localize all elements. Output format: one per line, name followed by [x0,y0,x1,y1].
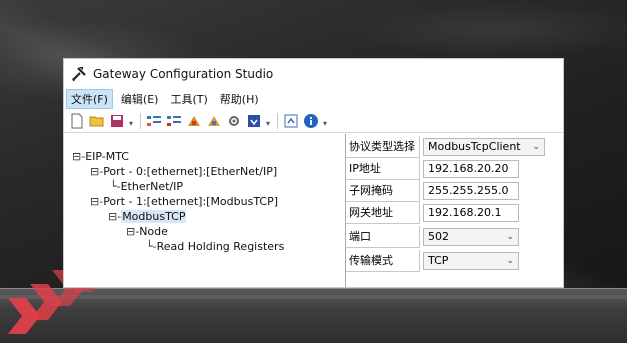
info-icon[interactable] [302,112,320,130]
tree-label-ethernetip: EtherNet/IP [120,180,184,193]
prop-row-ip: IP地址 192.168.20.20 [346,158,519,180]
gateway-address-field[interactable]: 192.168.20.1 [423,204,519,222]
tree-connector: └- [110,180,121,193]
prop-label-mask: 子网掩码 [346,180,420,202]
prop-row-port: 端口 502 ⌄ [346,226,519,248]
toolbar-dropdown-1[interactable]: ▾ [129,119,133,128]
toolbar-separator [140,112,142,129]
remove-node-icon[interactable] [205,112,223,130]
tree-expander[interactable]: ⊟- [72,150,85,163]
prop-label-protocol: 协议类型选择 [346,136,420,158]
menu-bar: 文件(F) 编辑(E) 工具(T) 帮助(H) [64,89,563,109]
prop-row-mode: 传输模式 TCP ⌄ [346,250,519,272]
protocol-select-value: ModbusTcpClient [428,140,521,153]
tree-expander[interactable]: ⊟- [108,210,121,223]
tree-label-modbustcp: ModbusTCP [121,210,187,223]
prop-label-gateway: 网关地址 [346,202,420,224]
tree-expander[interactable]: ⊟- [90,195,103,208]
properties-panel: 协议类型选择 ModbusTcpClient ⌄ IP地址 192.168.20.… [346,134,563,287]
toolbar-dropdown-3[interactable]: ▾ [323,119,327,128]
port-select[interactable]: 502 ⌄ [423,228,519,246]
prop-row-protocol: 协议类型选择 ModbusTcpClient ⌄ [346,136,545,158]
new-file-icon[interactable] [68,112,86,130]
tools-icon [72,67,86,81]
tree-node-registers[interactable]: └-Read Holding Registers [146,240,284,254]
app-window: Gateway Configuration Studio 文件(F) 编辑(E)… [63,58,564,288]
tree-node-root[interactable]: ⊟-EIP-MTC [72,150,129,164]
tree-node-port0[interactable]: ⊟-Port - 0:[ethernet]:[EtherNet/IP] [90,165,277,179]
tree-label-port1: Port - 1:[ethernet]:[ModbusTCP] [103,195,279,208]
add-port-icon[interactable] [145,112,163,130]
toolbar: ▾ ▾ ▾ [64,109,563,133]
menu-edit[interactable]: 编辑(E) [117,90,163,108]
tree-label-node: Node [139,225,168,238]
config-tree: ⊟-EIP-MTC ⊟-Port - 0:[ethernet]:[EtherNe… [64,134,346,287]
tree-label-port0: Port - 0:[ethernet]:[EtherNet/IP] [103,165,278,178]
menu-tools[interactable]: 工具(T) [166,90,211,108]
prop-label-port: 端口 [346,226,420,248]
transport-mode-select[interactable]: TCP ⌄ [423,252,519,270]
protocol-select[interactable]: ModbusTcpClient ⌄ [423,138,545,156]
prop-row-mask: 子网掩码 255.255.255.0 [346,180,519,202]
tree-label-root: EIP-MTC [85,150,129,163]
toolbar-separator [277,112,279,129]
chevron-down-icon: ⌄ [532,142,540,152]
remove-port-icon[interactable] [165,112,183,130]
download-icon[interactable] [245,112,263,130]
prop-label-mode: 传输模式 [346,250,420,272]
main-content: ⊟-EIP-MTC ⊟-Port - 0:[ethernet]:[EtherNe… [64,134,563,287]
tree-node-node[interactable]: ⊟-Node [126,225,168,239]
chevron-down-icon: ⌄ [506,256,514,266]
port-select-value: 502 [428,230,449,243]
prop-row-gateway: 网关地址 192.168.20.1 [346,202,519,224]
open-folder-icon[interactable] [88,112,106,130]
tree-label-registers: Read Holding Registers [156,240,285,253]
tree-node-ethernetip[interactable]: └-EtherNet/IP [110,180,183,194]
settings-gear-icon[interactable] [225,112,243,130]
window-title: Gateway Configuration Studio [93,67,274,81]
menu-help[interactable]: 帮助(H) [216,90,263,108]
upload-icon[interactable] [282,112,300,130]
chevron-down-icon: ⌄ [506,232,514,242]
title-bar: Gateway Configuration Studio [64,59,563,89]
tree-connector: └- [146,240,157,253]
tree-expander[interactable]: ⊟- [126,225,139,238]
toolbar-dropdown-2[interactable]: ▾ [266,119,270,128]
tree-node-modbustcp[interactable]: ⊟-ModbusTCP [108,210,187,224]
menu-file[interactable]: 文件(F) [66,89,113,109]
transport-mode-value: TCP [428,254,449,267]
prop-label-ip: IP地址 [346,158,420,180]
subnet-mask-field[interactable]: 255.255.255.0 [423,182,519,200]
tree-expander[interactable]: ⊟- [90,165,103,178]
add-node-icon[interactable] [185,112,203,130]
tree-node-port1[interactable]: ⊟-Port - 1:[ethernet]:[ModbusTCP] [90,195,278,209]
save-icon[interactable] [108,112,126,130]
ip-address-field[interactable]: 192.168.20.20 [423,160,519,178]
